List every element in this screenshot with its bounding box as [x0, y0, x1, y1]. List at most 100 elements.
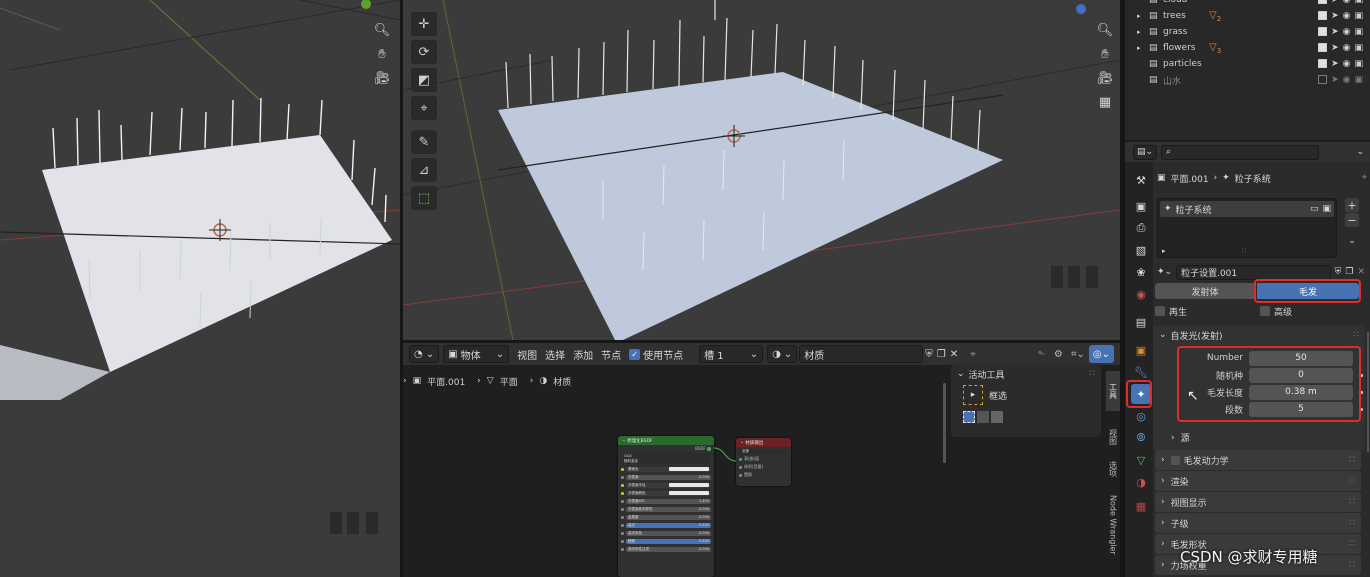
collapsed-panel[interactable]: › 渲染 ∷ [1155, 471, 1361, 491]
field-value[interactable]: 0.38 m [1249, 384, 1353, 400]
collapsed-panel[interactable]: › 子级 ∷ [1155, 513, 1361, 533]
area-divider[interactable] [1120, 0, 1125, 577]
checkbox-icon[interactable] [1318, 75, 1328, 84]
collapsed-panel[interactable]: › 毛发动力学 ∷ [1155, 450, 1361, 470]
list-menu-dropdown[interactable]: ⌄ [1345, 234, 1359, 248]
outliner-item-name[interactable]: 山水 [1163, 74, 1209, 87]
camera-icon[interactable]: ▣ [1322, 204, 1331, 214]
outliner-item-name[interactable]: cloud [1163, 0, 1209, 5]
duplicate-icon[interactable]: ❐ [1345, 267, 1353, 277]
zoom-icon[interactable]: 🔍︎ [372, 20, 392, 40]
close-icon[interactable]: ✕ [1357, 267, 1365, 277]
search-input[interactable]: ⌕ [1161, 144, 1320, 160]
zoom-icon[interactable]: 🔍︎ [1095, 20, 1115, 40]
outliner-row[interactable]: ▸ ▤ grass ➤ ◉ ▣ [1125, 24, 1369, 40]
type-emitter-button[interactable]: 发射体 [1155, 283, 1255, 299]
particles-settings-icon[interactable]: ✦⌄ [1157, 267, 1172, 277]
object-data-tab-icon[interactable]: ▽ [1131, 450, 1151, 470]
advanced-checkbox[interactable]: 高级 [1260, 304, 1292, 318]
rotate-tool-icon[interactable]: ⟳ [411, 40, 437, 64]
modifier-tab-icon[interactable]: 🔧︎ [1131, 362, 1151, 382]
drag-handle-icon[interactable]: ∷ [1349, 497, 1355, 507]
select-extend-icon[interactable] [977, 411, 989, 423]
keyframe-dot-icon[interactable] [1360, 407, 1363, 411]
select-arrow-icon[interactable]: ➤ [1331, 0, 1339, 5]
list-add-button[interactable]: + [1345, 198, 1359, 212]
checkbox-icon[interactable] [1155, 306, 1165, 316]
drag-handle-icon[interactable]: ∷ [1349, 539, 1355, 549]
outliner-row[interactable]: ▤ cloud ➤ ◉ ▣ [1125, 0, 1369, 8]
collapsed-panel[interactable]: › 视图显示 ∷ [1155, 492, 1361, 512]
camera-icon[interactable]: 🎥︎ [372, 68, 392, 88]
outliner-row[interactable]: ▸ ▤ flowers ▽3 ➤ ◉ ▣ [1125, 40, 1369, 56]
hand-pan-icon[interactable]: ✋︎ [372, 44, 392, 64]
eye-icon[interactable]: ◉ [1343, 59, 1351, 69]
outliner-row[interactable]: ▤ particles ➤ ◉ ▣ [1125, 56, 1369, 72]
checkbox-icon[interactable] [1260, 306, 1270, 316]
object-tab-icon[interactable]: ▣ [1131, 340, 1151, 360]
select-arrow-icon[interactable]: ➤ [1331, 43, 1339, 53]
texture-tab-icon[interactable]: ▦ [1131, 496, 1151, 516]
tab-node-wrangler[interactable]: Node Wrangler [1106, 489, 1120, 561]
annotate-tool-icon[interactable]: ✎ [411, 130, 437, 154]
add-cube-tool-icon[interactable]: ⬚ [411, 186, 437, 210]
regrow-checkbox[interactable]: 再生 [1155, 304, 1187, 318]
left-3d-viewport[interactable]: 🔍︎ ✋︎ 🎥︎ [0, 0, 400, 577]
tab-tool[interactable]: 工具 [1106, 371, 1120, 411]
outliner-row[interactable]: ▤ 山水 ➤ ◉ ▣ [1125, 72, 1369, 88]
select-arrow-icon[interactable]: ➤ [1331, 59, 1339, 69]
tool-tab-icon[interactable]: ⚒ [1131, 170, 1151, 190]
camera-icon[interactable]: ▣ [1354, 0, 1363, 5]
field-value[interactable]: 5 [1249, 401, 1353, 417]
material-tab-icon[interactable]: ◑ [1131, 472, 1151, 492]
camera-icon[interactable]: ▣ [1354, 75, 1363, 85]
active-tool-header[interactable]: ⌄ 活动工具 ∷ [951, 365, 1101, 383]
particle-system-list[interactable]: ✦ 粒子系统 ▭ ▣ ▸ ∷ [1157, 198, 1337, 258]
list-remove-button[interactable]: − [1345, 213, 1359, 227]
resize-handle-icon[interactable]: ∷ [1242, 247, 1246, 255]
select-subtract-icon[interactable] [991, 411, 1003, 423]
checkbox-icon[interactable] [1318, 59, 1328, 68]
eye-icon[interactable]: ◉ [1343, 75, 1351, 85]
expand-arrow-icon[interactable]: ▸ [1137, 12, 1149, 20]
eye-icon[interactable]: ◉ [1343, 11, 1351, 21]
outliner-item-name[interactable]: trees [1163, 11, 1209, 21]
view-layer-tab-icon[interactable]: ▧ [1131, 240, 1151, 260]
area-divider[interactable] [400, 0, 403, 577]
emission-panel-header[interactable]: ⌄ 自发光(发射) ∷ [1153, 326, 1365, 344]
transform-tool-icon[interactable]: ⌖ [411, 96, 437, 120]
select-arrow-icon[interactable]: ➤ [1331, 27, 1339, 37]
scale-tool-icon[interactable]: ◩ [411, 68, 437, 92]
select-arrow-icon[interactable]: ➤ [1331, 11, 1339, 21]
sidebar-scrollbar[interactable] [943, 383, 946, 463]
constraints-tab-icon[interactable]: ⦾ [1131, 428, 1151, 448]
scene-tab-icon[interactable]: ❀ [1131, 262, 1151, 282]
keyframe-dot-icon[interactable] [1360, 373, 1363, 377]
drag-handle-icon[interactable]: ∷ [1349, 560, 1355, 570]
emission-field-row[interactable]: 毛发长度 0.38 m [1193, 384, 1363, 400]
checkbox-icon[interactable] [1318, 0, 1328, 4]
area-divider[interactable] [403, 340, 1120, 343]
move-tool-icon[interactable]: ✛ [411, 12, 437, 36]
editor-type-dropdown[interactable]: ▤⌄ [1133, 144, 1158, 160]
camera-icon[interactable]: 🎥︎ [1095, 68, 1115, 88]
keyframe-dot-icon[interactable] [1360, 390, 1363, 394]
outliner-item-name[interactable]: particles [1163, 59, 1209, 69]
settings-name-field[interactable]: 粒子设置.001 [1176, 264, 1331, 280]
type-hair-button[interactable]: 毛发 [1257, 283, 1359, 299]
camera-icon[interactable]: ▣ [1354, 43, 1363, 53]
drag-handle-icon[interactable]: ∷ [1349, 518, 1355, 528]
field-value[interactable]: 0 [1249, 367, 1353, 383]
camera-icon[interactable]: ▣ [1354, 59, 1363, 69]
checkbox-icon[interactable] [1318, 43, 1328, 52]
eye-icon[interactable]: ◉ [1343, 43, 1351, 53]
particles-tab-icon[interactable]: ✦ [1131, 384, 1151, 404]
drag-handle-icon[interactable]: ∷ [1089, 369, 1095, 379]
output-tab-icon[interactable]: ⎙ [1131, 218, 1151, 238]
grid-view-icon[interactable]: ▦ [1095, 92, 1115, 112]
list-item[interactable]: ✦ 粒子系统 ▭ ▣ [1160, 201, 1334, 217]
checkbox-icon[interactable] [1170, 455, 1180, 465]
expand-icon[interactable]: ▸ [1162, 247, 1166, 255]
world-tab-icon[interactable]: ◉ [1131, 284, 1151, 304]
emission-field-row[interactable]: Number 50 [1193, 350, 1353, 366]
